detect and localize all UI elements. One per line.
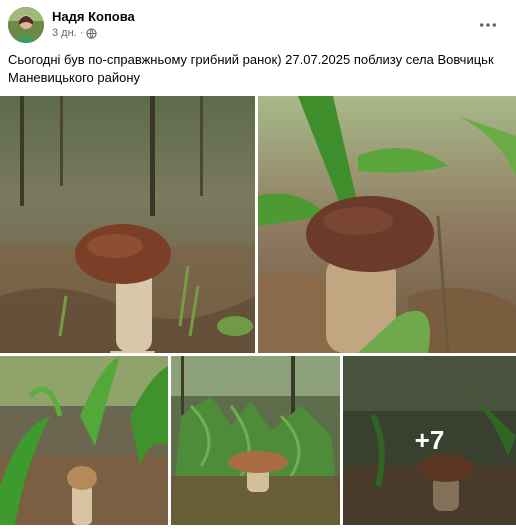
more-options-button[interactable] <box>474 11 502 39</box>
gallery-photo-5[interactable]: +7 <box>343 356 516 525</box>
post-meta: 3 дн. · <box>52 27 98 39</box>
author-name[interactable]: Надя Копова <box>52 9 135 24</box>
globe-icon <box>86 27 98 39</box>
avatar[interactable] <box>8 7 44 43</box>
gallery-photo-3[interactable] <box>0 356 168 525</box>
meta-separator: · <box>79 27 84 39</box>
photo-gallery: +7 <box>0 96 516 529</box>
more-options-icon <box>479 23 497 27</box>
post-header: Надя Копова 3 дн. · <box>8 7 508 43</box>
more-photos-count: +7 <box>414 425 445 455</box>
more-photos-overlay[interactable]: +7 <box>343 356 516 525</box>
gallery-photo-1[interactable] <box>0 96 255 353</box>
gallery-photo-2[interactable] <box>258 96 516 353</box>
gallery-photo-4[interactable] <box>171 356 340 525</box>
post-text: Сьогодні був по-справжньому грибний рано… <box>8 52 494 85</box>
post-time[interactable]: 3 дн. <box>52 27 77 39</box>
